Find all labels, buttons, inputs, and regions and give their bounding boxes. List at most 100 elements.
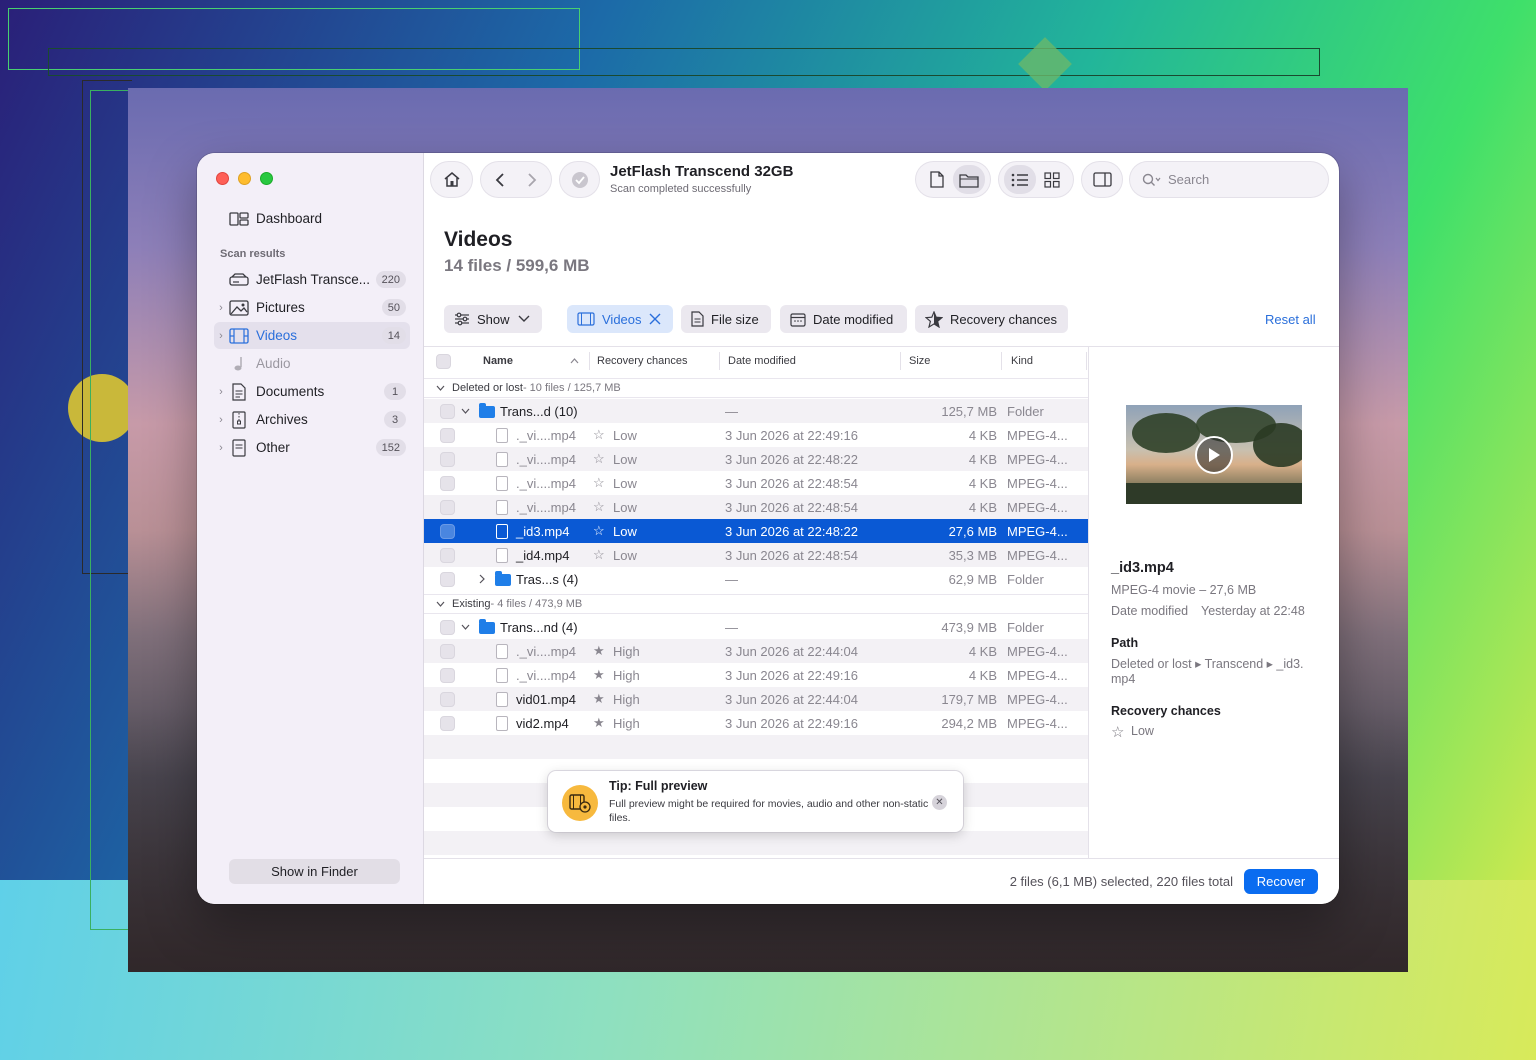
column-header-name[interactable]: Name [483,355,513,367]
chevron-right-icon[interactable]: › [214,414,228,426]
grid-view-button[interactable] [1036,165,1068,194]
sidebar-item-audio[interactable]: Audio [214,350,410,377]
table-row[interactable]: vid2.mp4 ★ High 3 Jun 2026 at 22:49:16 2… [424,711,1088,735]
folder-icon [959,173,979,188]
recovery-chances-filter-button[interactable]: Recovery chances [915,305,1068,333]
cell-date: 3 Jun 2026 at 22:48:54 [725,475,859,491]
show-filter-button[interactable]: Show [444,305,542,333]
preview-recovery-heading: Recovery chances [1111,704,1221,718]
show-in-finder-button[interactable]: Show in Finder [229,859,400,884]
chevron-down-icon[interactable] [436,385,445,391]
close-icon[interactable] [649,313,661,325]
sidebar-item-dashboard[interactable]: Dashboard [214,205,410,232]
table-row[interactable]: ._vi....mp4 ☆ Low 3 Jun 2026 at 22:48:22… [424,447,1088,471]
row-checkbox[interactable] [440,667,455,683]
home-button[interactable] [431,162,472,197]
videos-filter-chip[interactable]: Videos [567,305,673,333]
chevron-down-icon[interactable] [461,624,470,630]
file-size-filter-button[interactable]: File size [681,305,771,333]
sidebar-item-label: Dashboard [256,211,323,226]
row-checkbox[interactable] [440,403,455,419]
column-header-kind[interactable]: Kind [1011,355,1033,367]
cell-recovery: Low [613,451,637,467]
cell-name: Trans...nd (4) [500,619,578,635]
sidebar-item-drive[interactable]: JetFlash Transce... 220 [214,266,410,293]
table-row-selected[interactable]: _id3.mp4 ☆ Low 3 Jun 2026 at 22:48:22 27… [424,519,1088,543]
group-header-existing[interactable]: Existing - 4 files / 473,9 MB [424,594,1088,614]
film-icon [577,312,595,326]
table-row[interactable]: ._vi....mp4 ☆ Low 3 Jun 2026 at 22:48:54… [424,495,1088,519]
scan-status-button[interactable] [560,162,599,197]
group-header-deleted[interactable]: Deleted or lost - 10 files / 125,7 MB [424,378,1088,398]
sidebar-item-videos[interactable]: › Videos 14 [214,322,410,349]
preview-date-value: Yesterday at 22:48 [1201,604,1305,618]
row-checkbox[interactable] [440,643,455,659]
chevron-down-icon[interactable] [436,601,445,607]
toggle-preview-button[interactable] [1082,162,1122,197]
chevron-down-icon[interactable] [461,408,470,414]
table-row[interactable]: ._vi....mp4 ★ High 3 Jun 2026 at 22:44:0… [424,639,1088,663]
decor-rect-4 [90,90,130,930]
chevron-down-icon [518,315,530,322]
list-view-button[interactable] [1004,165,1036,194]
sidebar-item-other[interactable]: › Other 152 [214,434,410,461]
row-checkbox[interactable] [440,715,455,731]
row-checkbox[interactable] [440,547,455,563]
close-tip-button[interactable]: ✕ [932,795,947,810]
row-checkbox[interactable] [440,475,455,491]
play-icon[interactable] [1195,436,1233,474]
table-row[interactable]: Trans...d (10) — 125,7 MB Folder [424,399,1088,423]
page-title: Videos [444,228,513,251]
file-view-button[interactable] [921,165,953,194]
file-icon [496,524,508,539]
table-row[interactable]: ._vi....mp4 ☆ Low 3 Jun 2026 at 22:48:54… [424,471,1088,495]
cell-size: 4 KB [968,643,997,659]
table-row[interactable]: ._vi....mp4 ☆ Low 3 Jun 2026 at 22:49:16… [424,423,1088,447]
cell-size: 179,7 MB [941,691,997,707]
row-checkbox[interactable] [440,451,455,467]
table-row[interactable]: _id4.mp4 ☆ Low 3 Jun 2026 at 22:48:54 35… [424,543,1088,567]
row-checkbox[interactable] [440,427,455,443]
recover-button[interactable]: Recover [1244,869,1318,894]
preview-date-label: Date modified [1111,604,1189,618]
sidebar-item-archives[interactable]: › Archives 3 [214,406,410,433]
cell-size: 4 KB [968,667,997,683]
minimize-window-button[interactable] [238,172,251,185]
sidebar-item-label: Videos [256,328,298,343]
cell-recovery: High [613,691,640,707]
forward-button[interactable] [516,165,548,194]
table-row[interactable]: Tras...s (4) — 62,9 MB Folder [424,567,1088,591]
cell-recovery: Low [613,499,637,515]
date-modified-filter-button[interactable]: Date modified [780,305,907,333]
row-checkbox[interactable] [440,619,455,635]
row-checkbox[interactable] [440,499,455,515]
chevron-right-icon[interactable]: › [214,442,228,454]
chevron-right-icon[interactable]: › [214,386,228,398]
column-header-date[interactable]: Date modified [728,355,796,367]
navigation-group [481,162,551,197]
row-checkbox[interactable] [440,523,455,539]
reset-all-link[interactable]: Reset all [1265,312,1316,327]
folder-view-button[interactable] [953,165,985,194]
table-row[interactable]: ._vi....mp4 ★ High 3 Jun 2026 at 22:49:1… [424,663,1088,687]
film-icon [228,327,250,345]
column-header-recovery[interactable]: Recovery chances [597,355,688,367]
row-checkbox[interactable] [440,571,455,587]
sidebar-item-pictures[interactable]: › Pictures 50 [214,294,410,321]
back-button[interactable] [484,165,516,194]
table-row[interactable]: vid01.mp4 ★ High 3 Jun 2026 at 22:44:04 … [424,687,1088,711]
close-window-button[interactable] [216,172,229,185]
chevron-right-icon[interactable]: › [214,330,228,342]
cell-recovery: Low [613,427,637,443]
file-size-filter-label: File size [711,311,759,327]
row-checkbox[interactable] [440,691,455,707]
search-input[interactable]: Search [1130,162,1328,197]
video-thumbnail[interactable] [1126,405,1302,504]
table-row[interactable]: Trans...nd (4) — 473,9 MB Folder [424,615,1088,639]
chevron-right-icon[interactable] [479,574,485,584]
select-all-checkbox[interactable] [436,354,451,369]
chevron-right-icon[interactable]: › [214,302,228,314]
sidebar-item-documents[interactable]: › Documents 1 [214,378,410,405]
zoom-window-button[interactable] [260,172,273,185]
column-header-size[interactable]: Size [909,355,930,367]
